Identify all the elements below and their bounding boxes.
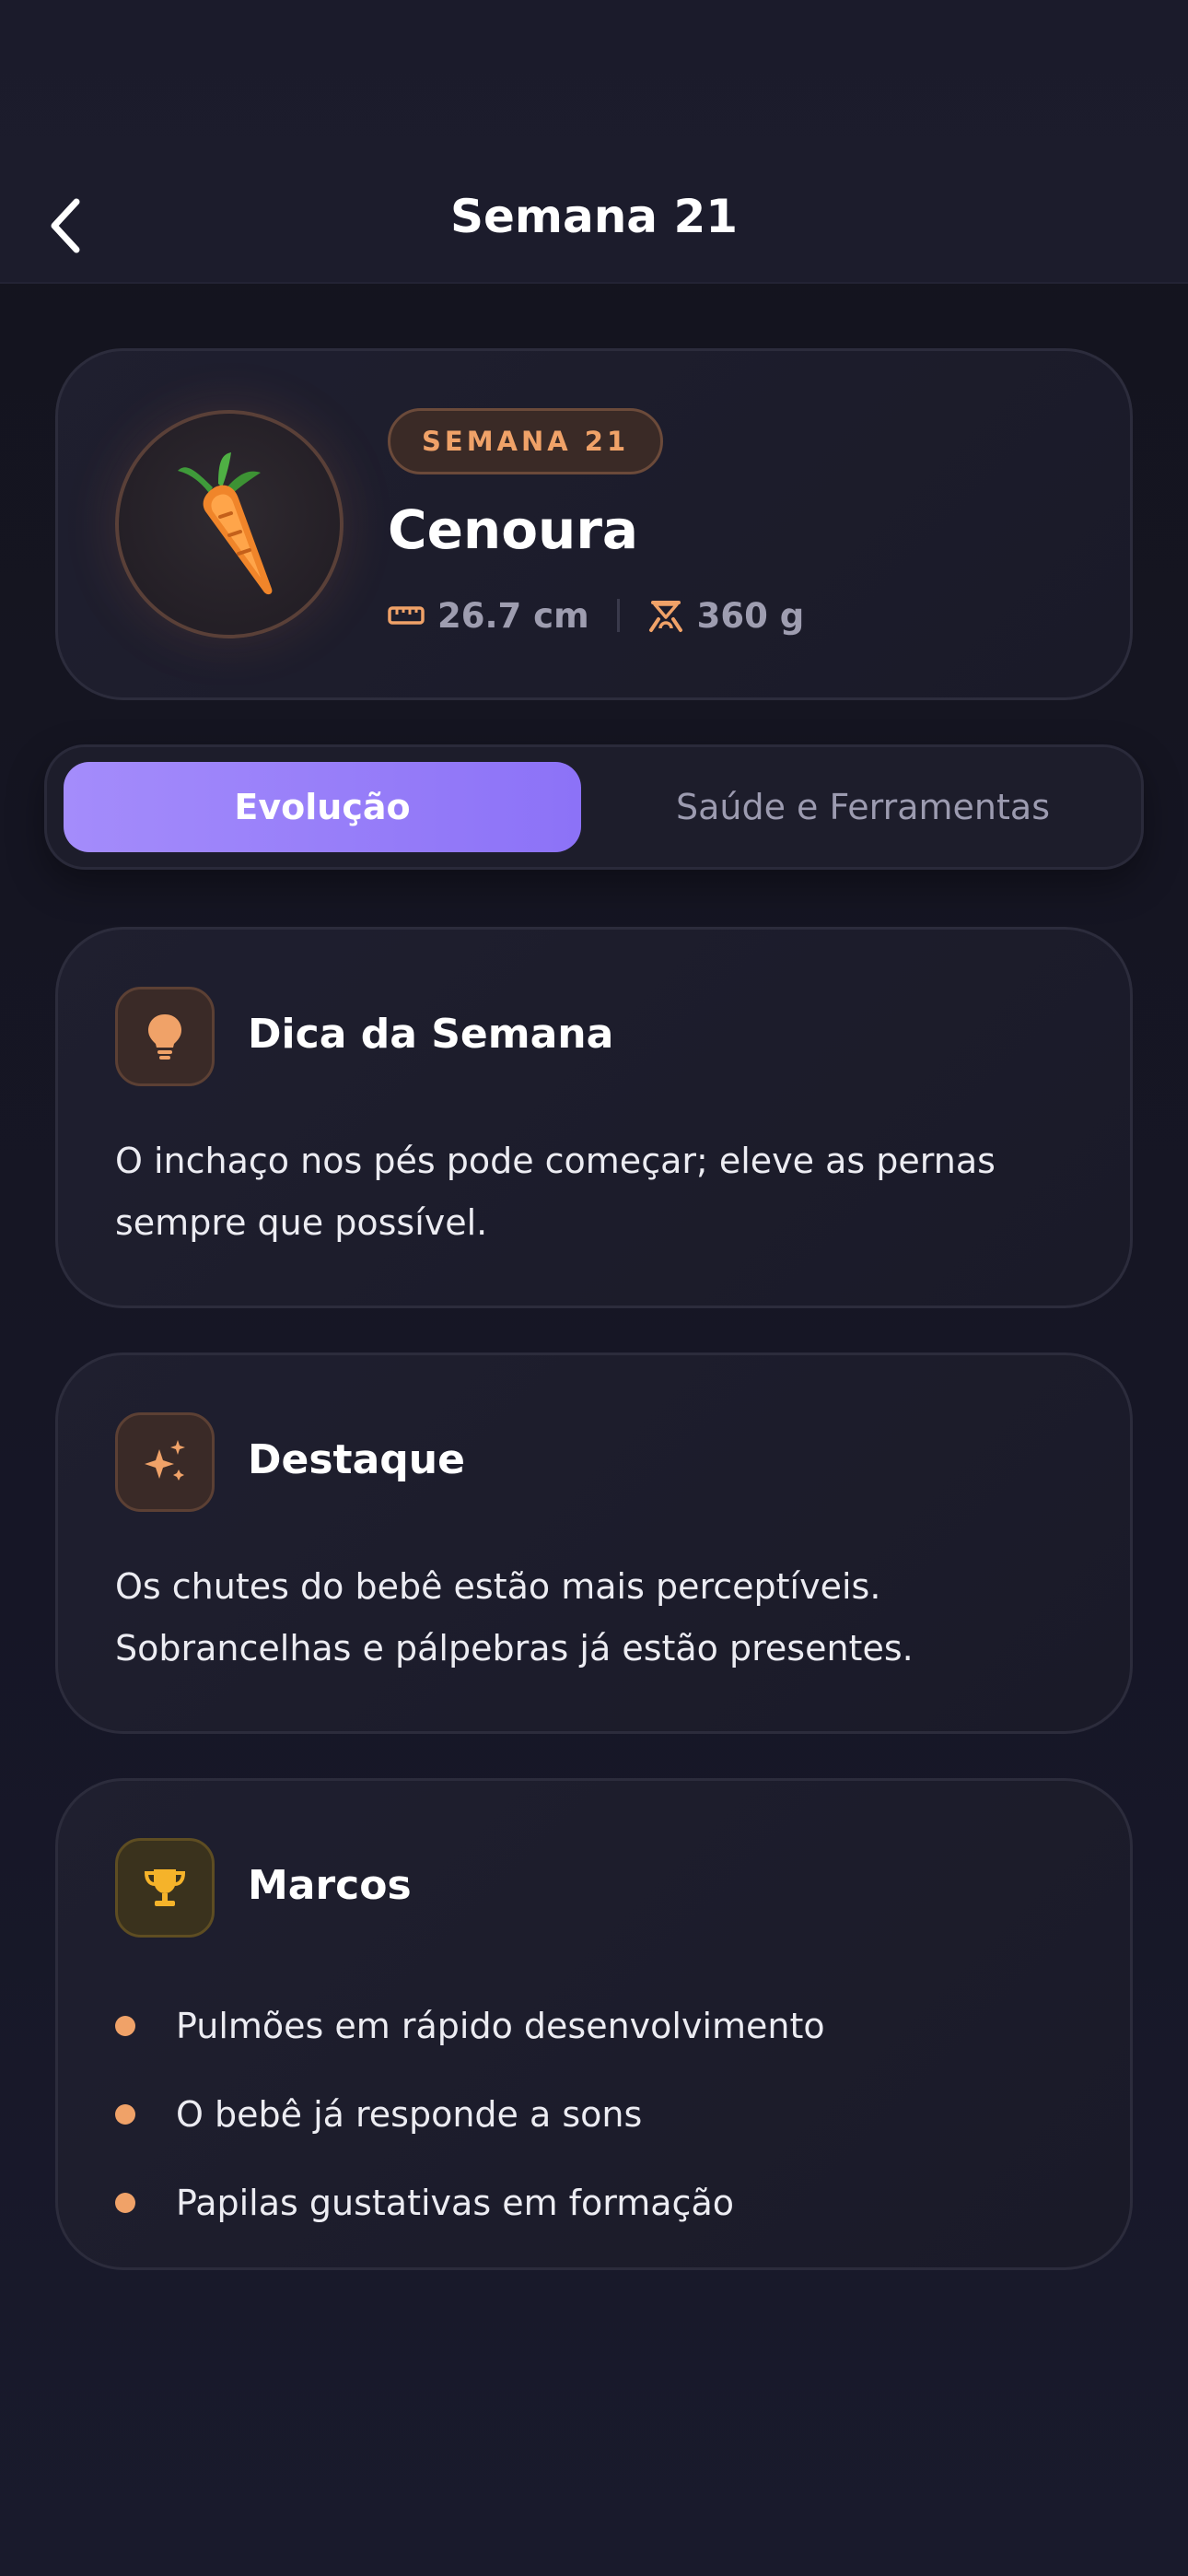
milestones-card: Marcos Pulmões em rápido desenvolvimento… — [55, 1778, 1133, 2270]
page-title: Semana 21 — [449, 190, 739, 243]
fruit-avatar — [115, 410, 344, 638]
fruit-name: Cenoura — [388, 498, 639, 561]
bullet-dot — [115, 2193, 135, 2213]
lightbulb-icon — [148, 1014, 181, 1060]
highlight-text: Os chutes do bebê estão mais perceptívei… — [115, 1566, 914, 1669]
highlight-icon-badge — [115, 1412, 215, 1512]
list-item: O bebê já responde a sons — [115, 2070, 1091, 2159]
section-tabs: Evolução Saúde e Ferramentas — [44, 744, 1144, 870]
ruler-icon — [388, 603, 425, 628]
highlight-card: Destaque Os chutes do bebê estão mais pe… — [55, 1352, 1133, 1734]
milestone-text: Papilas gustativas em formação — [176, 2183, 734, 2223]
sparkles-icon — [145, 1440, 185, 1481]
tip-title: Dica da Semana — [248, 1011, 614, 1058]
week-summary-card: SEMANA 21 Cenoura 26.7 cm 360 g — [55, 348, 1133, 700]
highlight-title: Destaque — [248, 1436, 465, 1483]
weight-value: 360 g — [696, 595, 805, 636]
milestones-icon-badge — [115, 1838, 215, 1938]
top-navigation-bar: Semana 21 — [0, 0, 1188, 284]
tip-text: O inchaço nos pés pode começar; eleve as… — [115, 1141, 996, 1243]
milestones-list: Pulmões em rápido desenvolvimento O bebê… — [115, 1982, 1091, 2247]
trophy-icon — [144, 1869, 186, 1906]
week-badge: SEMANA 21 — [388, 408, 664, 474]
tab-evolucao[interactable]: Evolução — [64, 762, 581, 852]
size-stats: 26.7 cm 360 g — [388, 592, 804, 638]
tab-saude-e-ferramentas[interactable]: Saúde e Ferramentas — [596, 762, 1130, 852]
carrot-icon — [178, 452, 273, 595]
scale-icon — [647, 597, 684, 634]
milestones-title: Marcos — [248, 1862, 412, 1909]
tip-icon-badge — [115, 987, 215, 1086]
bullet-dot — [115, 2104, 135, 2125]
list-item: Papilas gustativas em formação — [115, 2159, 1091, 2247]
length-value: 26.7 cm — [437, 595, 589, 636]
tip-card: Dica da Semana O inchaço nos pés pode co… — [55, 927, 1133, 1308]
week-detail-screen: Semana 21 SEMANA 21 Cenoura 26.7 cm 360 … — [0, 0, 1188, 2576]
bullet-dot — [115, 2016, 135, 2036]
milestone-text: Pulmões em rápido desenvolvimento — [176, 2006, 825, 2046]
milestone-text: O bebê já responde a sons — [176, 2094, 643, 2135]
stats-divider — [616, 599, 620, 632]
list-item: Pulmões em rápido desenvolvimento — [115, 1982, 1091, 2070]
